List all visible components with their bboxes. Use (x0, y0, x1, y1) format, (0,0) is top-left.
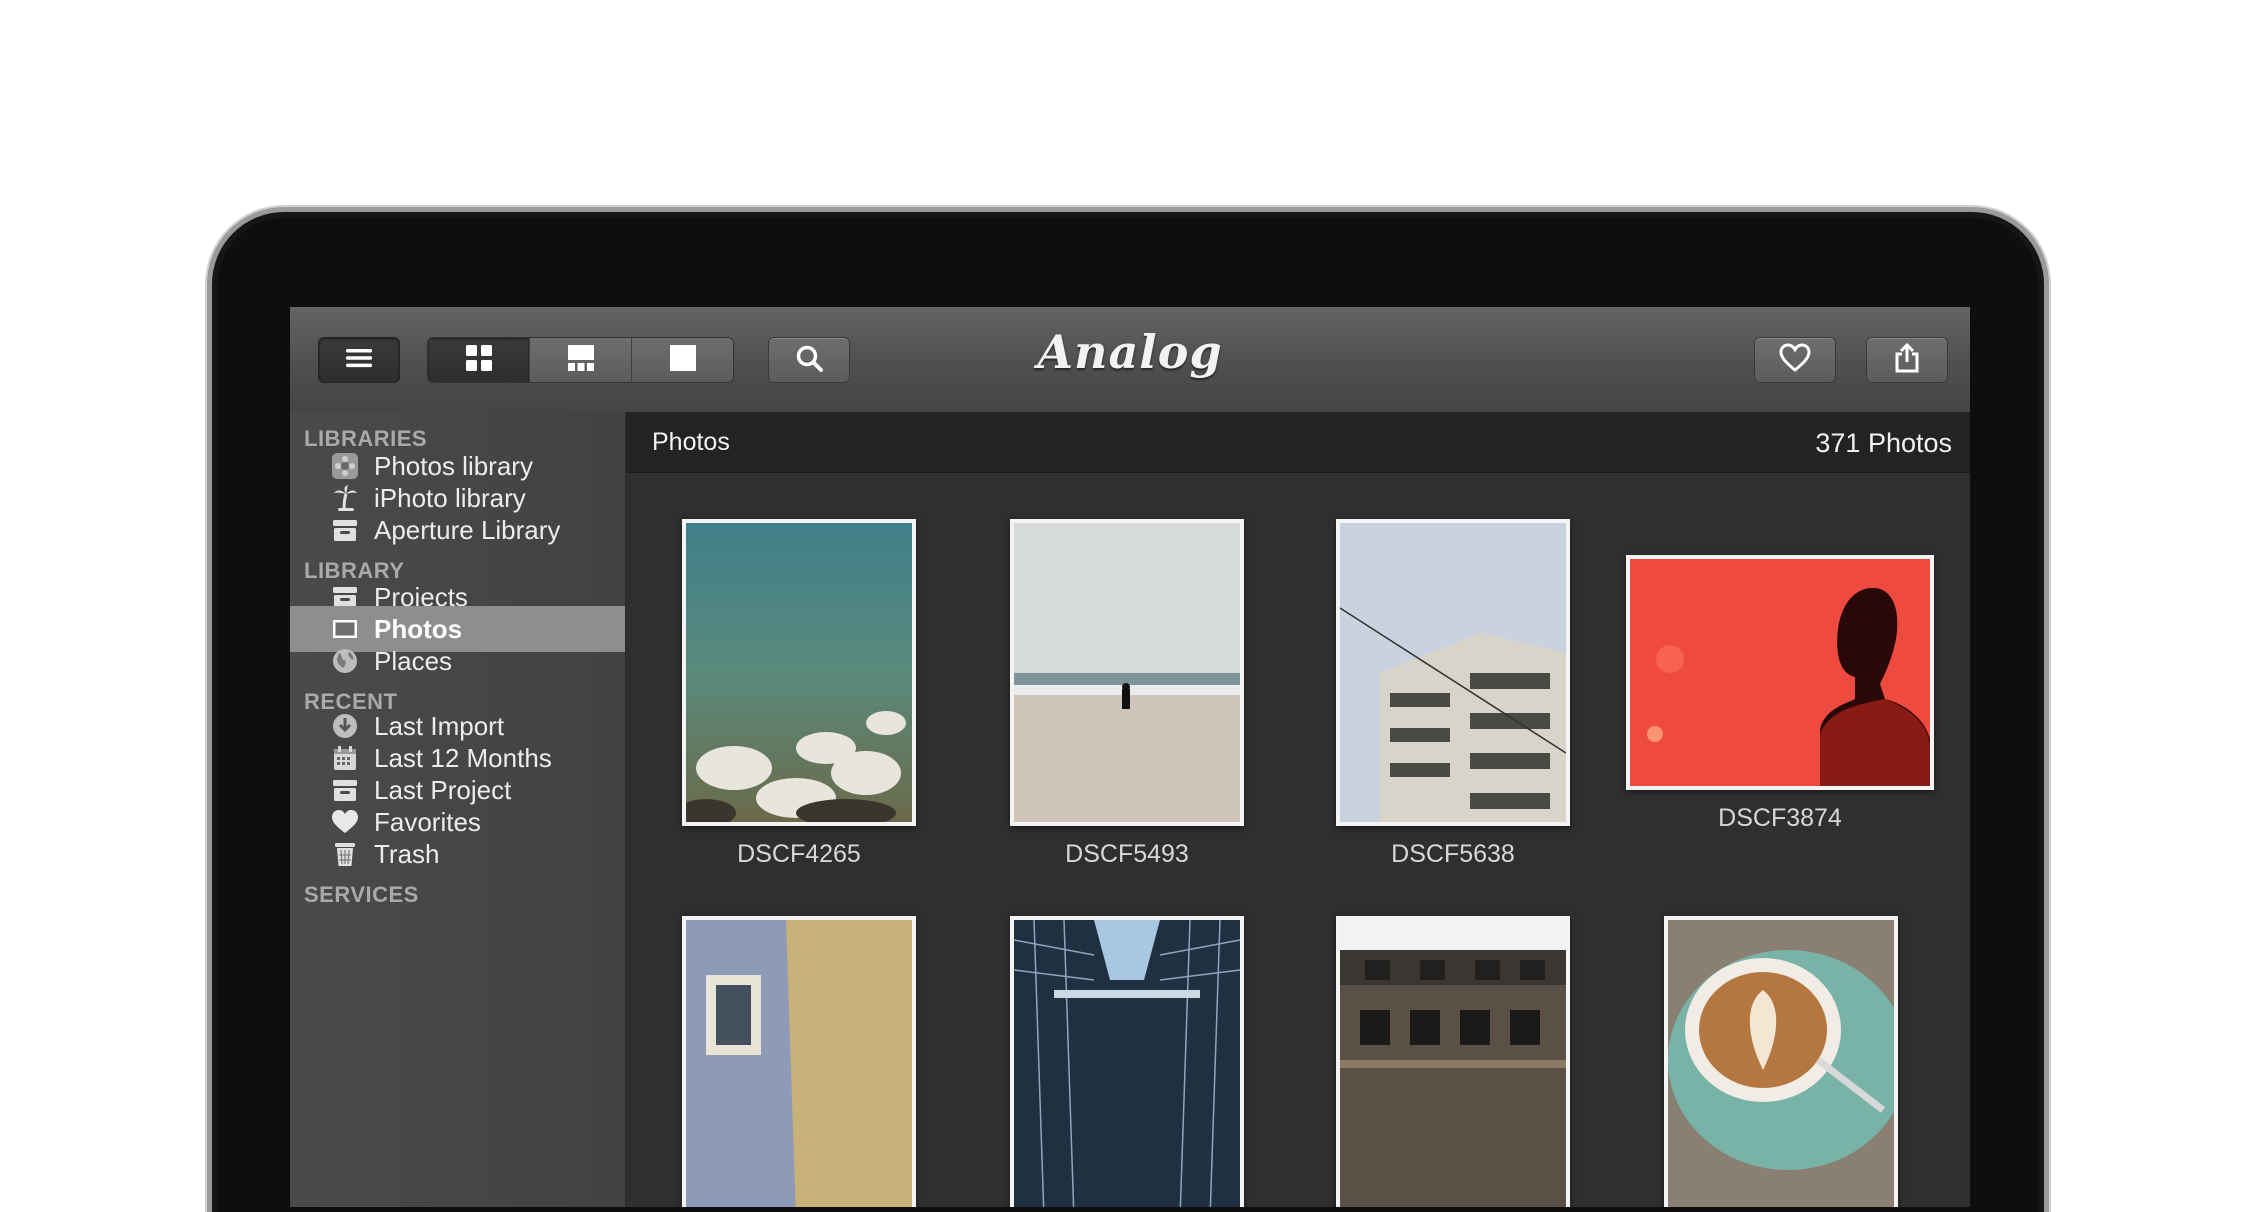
sidebar-item-label: Aperture Library (374, 514, 561, 545)
sidebar: LIBRARIES Photos library iPhoto library … (290, 412, 626, 1207)
photo-thumbnail[interactable] (1626, 555, 1934, 790)
globe-icon (330, 646, 360, 676)
photo-thumbnail[interactable] (682, 519, 916, 826)
share-button[interactable] (1866, 337, 1948, 383)
sidebar-item-trash[interactable]: Trash (290, 831, 625, 877)
app-window: Analog LIBRARIES Photos library iPhoto l… (290, 307, 1970, 1207)
photo-thumbnail[interactable] (1336, 916, 1570, 1207)
photo-count: 371 Photos (1815, 428, 1952, 458)
photo-thumbnail[interactable] (1010, 519, 1244, 826)
heart-icon (1779, 342, 1811, 378)
section-heading-services: SERVICES (304, 882, 419, 907)
photo-thumbnail[interactable] (682, 916, 916, 1207)
app-logo: Analog (1037, 325, 1223, 379)
photo-caption: DSCF4265 (737, 840, 861, 868)
share-icon (1892, 342, 1922, 379)
toolbar: Analog (290, 307, 1970, 413)
content-title: Photos (652, 428, 730, 456)
photo-caption: DSCF3874 (1718, 804, 1842, 832)
sidebar-item-places[interactable]: Places (290, 638, 625, 684)
photo-thumbnail[interactable] (1664, 916, 1898, 1207)
favorite-button[interactable] (1754, 337, 1836, 383)
photo-grid: DSCF4265 DSCF5493 DSCF5638 DSCF3874 (626, 473, 1970, 1207)
sidebar-item-label: Places (374, 645, 453, 676)
photo-caption: DSCF5493 (1065, 840, 1189, 868)
photo-thumbnail[interactable] (1336, 519, 1570, 826)
photo-thumbnail[interactable] (1010, 916, 1244, 1207)
sidebar-item-label: Trash (374, 838, 440, 869)
archive-box-icon (330, 515, 360, 545)
content-header: Photos 371 Photos (626, 412, 1970, 473)
photo-caption: DSCF5638 (1391, 840, 1515, 868)
sidebar-item-aperture-library[interactable]: Aperture Library (290, 507, 625, 553)
trash-icon (330, 839, 360, 869)
